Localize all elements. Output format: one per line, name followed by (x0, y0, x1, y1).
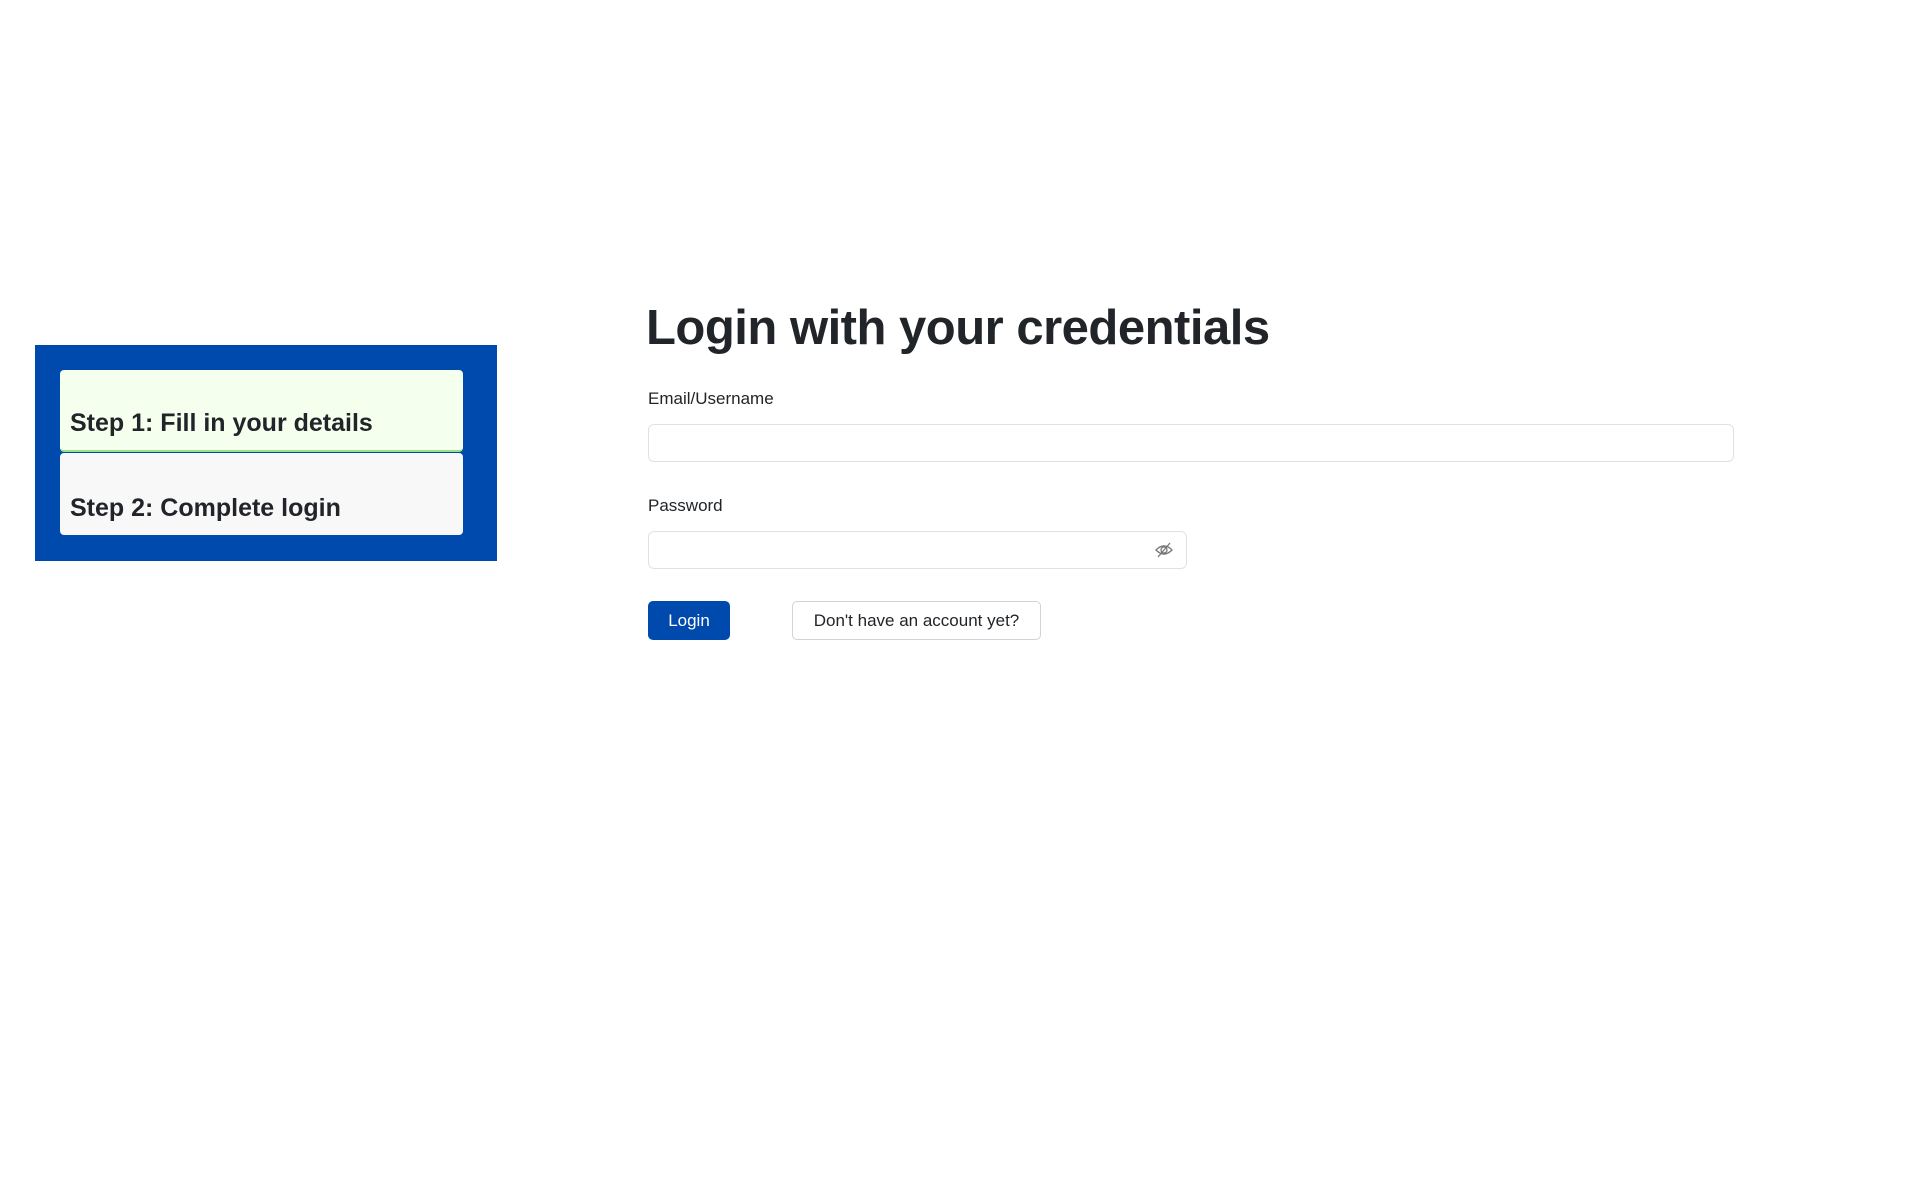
steps-panel: Step 1: Fill in your details Step 2: Com… (35, 345, 497, 561)
step-1: Step 1: Fill in your details (60, 370, 463, 452)
eye-slash-icon[interactable] (1154, 541, 1174, 559)
email-input[interactable] (648, 424, 1734, 462)
signup-button[interactable]: Don't have an account yet? (792, 601, 1041, 640)
page-title: Login with your credentials (646, 301, 1270, 355)
step-2-label: Step 2: Complete login (70, 494, 341, 522)
password-label: Password (648, 496, 723, 515)
login-button[interactable]: Login (648, 601, 730, 640)
email-label: Email/Username (648, 389, 774, 408)
step-1-label: Step 1: Fill in your details (70, 409, 373, 437)
step-2: Step 2: Complete login (60, 453, 463, 535)
password-input[interactable] (648, 531, 1187, 569)
